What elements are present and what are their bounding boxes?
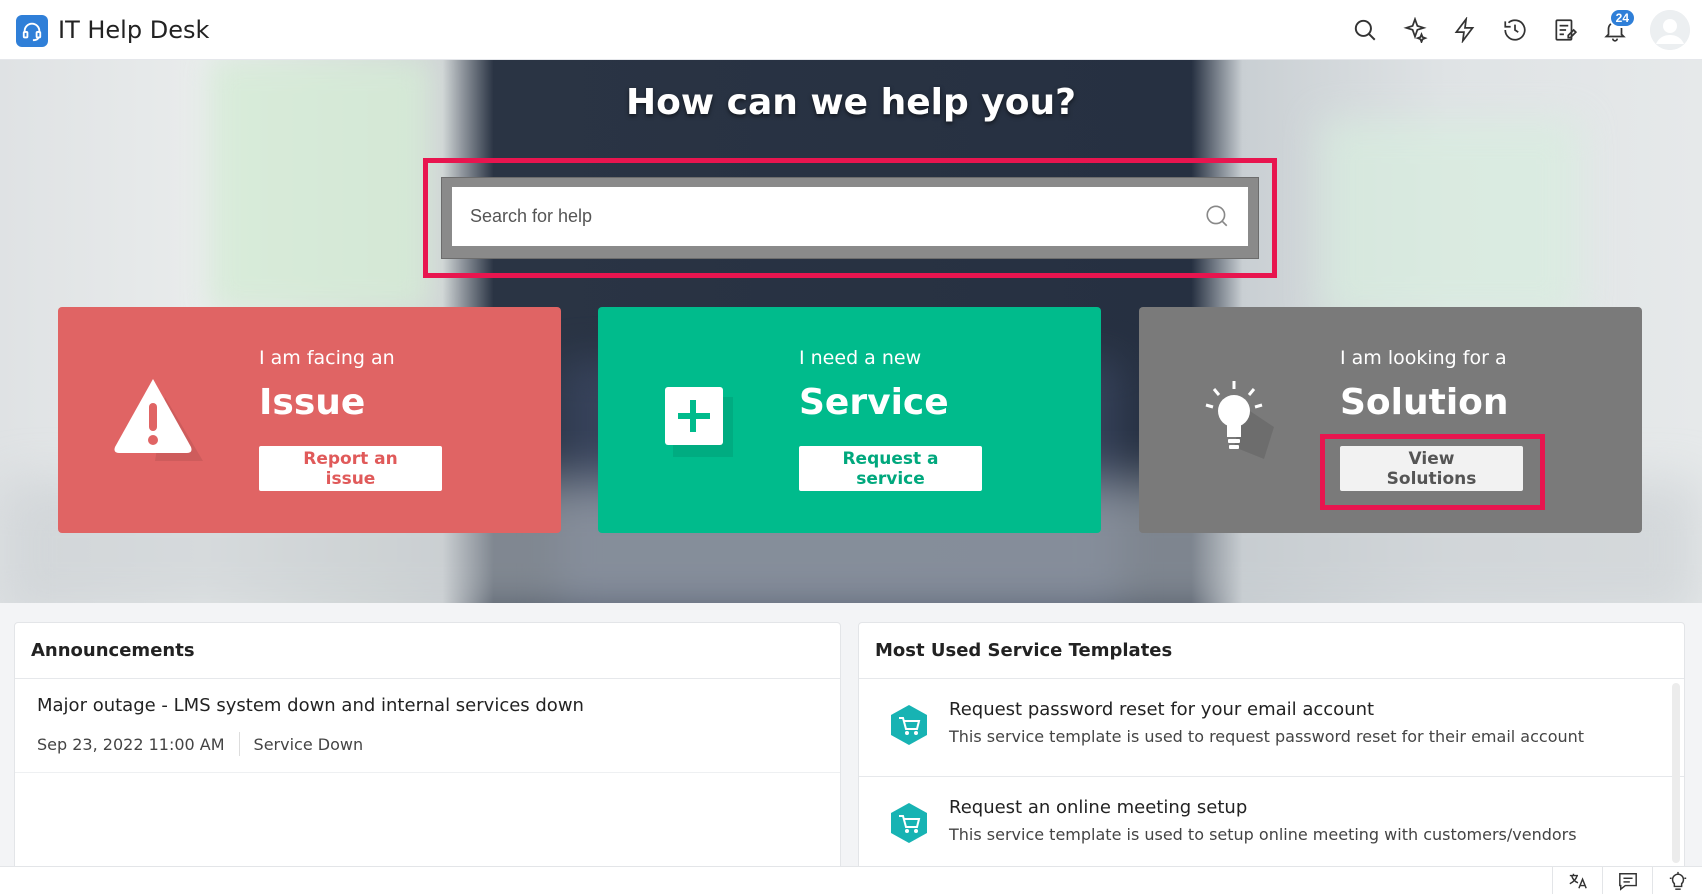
search-icon[interactable] bbox=[1340, 10, 1390, 50]
announcement-item[interactable]: Major outage - LMS system down and inter… bbox=[15, 679, 840, 773]
solution-card-title: Solution bbox=[1340, 382, 1509, 423]
app-title: IT Help Desk bbox=[58, 16, 210, 44]
announcement-date: Sep 23, 2022 11:00 AM bbox=[37, 734, 225, 754]
search-icon[interactable] bbox=[1204, 203, 1230, 234]
search-input[interactable] bbox=[470, 206, 1190, 227]
list-item[interactable]: Request an online meeting setup This ser… bbox=[859, 777, 1684, 871]
issue-card[interactable]: I am facing an Issue Report an issue bbox=[58, 307, 561, 533]
avatar[interactable] bbox=[1650, 10, 1690, 50]
announcements-panel: Announcements Major outage - LMS system … bbox=[14, 622, 841, 872]
notification-badge: 24 bbox=[1608, 8, 1636, 28]
template-desc: This service template is used to request… bbox=[949, 727, 1585, 746]
service-templates-panel: Most Used Service Templates Request pass… bbox=[858, 622, 1685, 872]
report-issue-button[interactable]: Report an issue bbox=[259, 446, 442, 491]
sparkle-icon[interactable] bbox=[1390, 10, 1440, 50]
service-card[interactable]: I need a new Service Request a service bbox=[598, 307, 1101, 533]
issue-card-subtitle: I am facing an bbox=[259, 347, 395, 369]
lightbulb-icon bbox=[1184, 367, 1284, 467]
service-card-title: Service bbox=[799, 382, 949, 423]
template-title[interactable]: Request password reset for your email ac… bbox=[949, 699, 1374, 720]
notes-icon[interactable] bbox=[1540, 10, 1590, 50]
lightbulb-icon[interactable] bbox=[1652, 867, 1702, 894]
hero-section: How can we help you? I am facing an Issu… bbox=[0, 60, 1702, 603]
bell-icon[interactable]: 24 bbox=[1590, 8, 1640, 50]
announcement-category: Service Down bbox=[253, 734, 364, 754]
bottom-bar bbox=[0, 866, 1702, 894]
cart-icon bbox=[887, 703, 931, 747]
template-title[interactable]: Request an online meeting setup bbox=[949, 797, 1247, 818]
bolt-icon[interactable] bbox=[1440, 10, 1490, 50]
service-templates-header: Most Used Service Templates bbox=[859, 623, 1684, 679]
headset-icon[interactable] bbox=[16, 15, 48, 47]
solution-card-subtitle: I am looking for a bbox=[1340, 347, 1507, 369]
warning-icon bbox=[103, 367, 203, 467]
template-desc: This service template is used to setup o… bbox=[949, 825, 1577, 844]
solution-highlight-box bbox=[1320, 434, 1545, 510]
translate-icon[interactable] bbox=[1552, 867, 1602, 894]
list-item[interactable]: Request password reset for your email ac… bbox=[859, 679, 1684, 777]
cart-icon bbox=[887, 801, 931, 845]
service-card-subtitle: I need a new bbox=[799, 347, 922, 369]
history-icon[interactable] bbox=[1490, 10, 1540, 50]
chat-icon[interactable] bbox=[1602, 867, 1652, 894]
issue-card-title: Issue bbox=[259, 382, 366, 423]
hero-title: How can we help you? bbox=[625, 82, 1077, 123]
announcement-title[interactable]: Major outage - LMS system down and inter… bbox=[37, 695, 818, 716]
top-bar: IT Help Desk 24 bbox=[0, 0, 1702, 60]
request-service-button[interactable]: Request a service bbox=[799, 446, 982, 491]
plus-icon bbox=[643, 367, 743, 467]
scrollbar[interactable] bbox=[1672, 683, 1680, 863]
divider bbox=[238, 732, 240, 756]
search-box[interactable] bbox=[452, 187, 1248, 246]
announcements-header: Announcements bbox=[15, 623, 840, 679]
